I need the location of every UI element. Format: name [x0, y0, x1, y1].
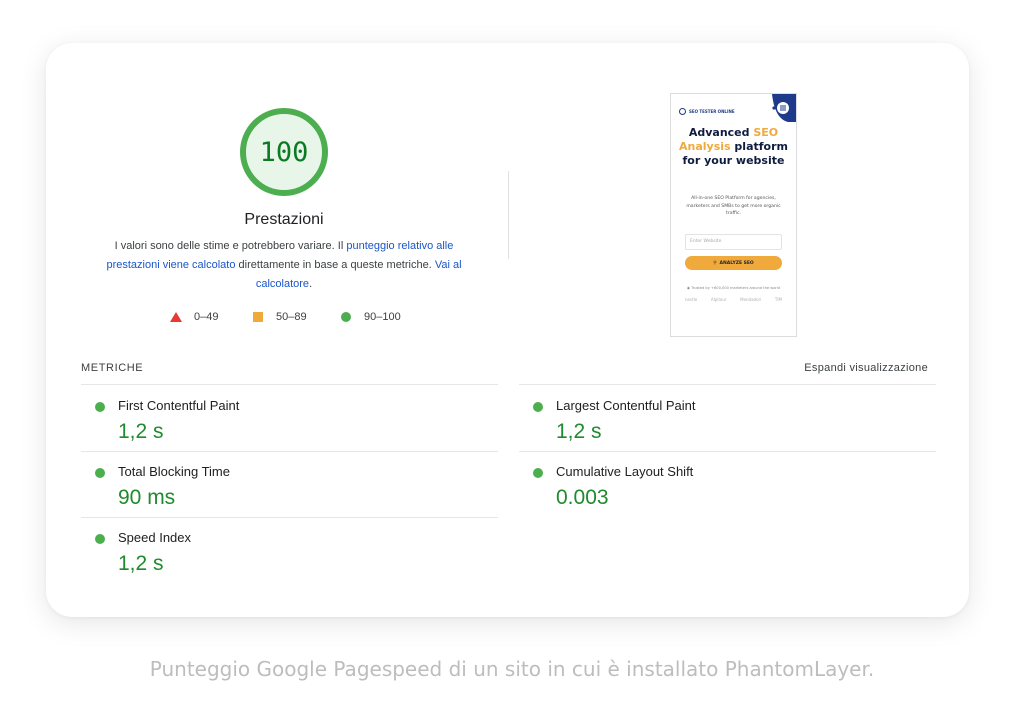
preview-headline: Advanced SEO Analysis platform for your … [677, 126, 790, 168]
image-caption: Punteggio Google Pagespeed di un sito in… [149, 657, 875, 681]
metrics-divider [519, 384, 936, 385]
preview-brand-logos: nestle Alpitour Mondadori TIM [685, 297, 782, 302]
metric-total-blocking-time[interactable]: Total Blocking Time 90 ms [81, 453, 461, 513]
preview-trust-label: Trusted by +600,000 marketers around the… [691, 286, 781, 290]
logo-icon [679, 108, 686, 115]
metric-cumulative-layout-shift[interactable]: Cumulative Layout Shift 0.003 [519, 453, 899, 513]
good-status-icon [533, 468, 543, 478]
metrics-heading: METRICHE [81, 362, 144, 374]
circle-icon [341, 312, 351, 322]
section-divider [508, 171, 509, 259]
preview-logo: SEO TESTER ONLINE [679, 108, 735, 115]
good-status-icon [533, 402, 543, 412]
legend-pass-range: 90–100 [364, 311, 401, 323]
metric-name: Speed Index [118, 530, 192, 545]
metric-name: Total Blocking Time [118, 464, 230, 479]
gauge-title: Prestazioni [244, 211, 324, 228]
hamburger-icon [780, 105, 786, 107]
metrics-divider [81, 517, 498, 518]
brand-logo: TIM [774, 297, 782, 302]
metrics-divider [81, 384, 498, 385]
metric-speed-index[interactable]: Speed Index 1,2 s [81, 519, 461, 579]
preview-headline-part1: Advanced [688, 126, 754, 139]
metric-value: 1,2 s [556, 420, 602, 443]
brand-logo: Alpitour [710, 297, 727, 302]
legend-fail-range: 0–49 [194, 311, 219, 323]
metric-largest-contentful-paint[interactable]: Largest Contentful Paint 1,2 s [519, 387, 899, 447]
brand-logo: Mondadori [740, 297, 762, 302]
page-screenshot-preview: SEO TESTER ONLINE Advanced SEO Analysis … [670, 93, 797, 337]
preview-cta-label: ANALYZE SEO [719, 260, 754, 266]
metrics-divider [519, 451, 936, 452]
metric-value: 90 ms [118, 486, 176, 509]
metric-name: First Contentful Paint [118, 398, 240, 413]
performance-gauge: 100 [239, 107, 329, 197]
expand-view-toggle[interactable]: Espandi visualizzazione [804, 362, 928, 374]
description-text-3: . [309, 278, 313, 290]
metrics-divider [81, 451, 498, 452]
description-text-2: direttamente in base a queste metriche. [235, 259, 435, 271]
legend-pass: 90–100 [341, 311, 401, 323]
metric-value: 1,2 s [118, 552, 164, 575]
good-status-icon [95, 534, 105, 544]
metric-name: Largest Contentful Paint [556, 398, 696, 413]
menu-corner [772, 94, 796, 122]
legend-average-range: 50–89 [276, 311, 307, 323]
metric-value: 0.003 [556, 486, 609, 509]
metric-value: 1,2 s [118, 420, 164, 443]
legend-fail: 0–49 [170, 311, 218, 323]
good-status-icon [95, 402, 105, 412]
preview-website-input: Enter Website [685, 234, 782, 250]
preview-logo-text: SEO TESTER ONLINE [689, 109, 735, 114]
search-icon: ⚲ [713, 260, 717, 266]
brand-logo: nestle [685, 297, 698, 302]
preview-trust-text: ◉ Trusted by +600,000 marketers around t… [683, 286, 784, 290]
metric-first-contentful-paint[interactable]: First Contentful Paint 1,2 s [81, 387, 461, 447]
score-value: 100 [259, 136, 309, 168]
triangle-icon [170, 312, 182, 322]
good-status-icon [95, 468, 105, 478]
legend-average: 50–89 [253, 311, 307, 323]
description-text-1: I valori sono delle stime e potrebbero v… [114, 240, 347, 252]
score-description: I valori sono delle stime e potrebbero v… [104, 237, 464, 294]
square-icon [253, 312, 263, 322]
report-card: 100 Prestazioni I valori sono delle stim… [46, 43, 969, 617]
preview-analyze-button: ⚲ ANALYZE SEO [685, 256, 782, 270]
metric-name: Cumulative Layout Shift [556, 464, 694, 479]
preview-subtitle: All-in-one SEO Platform for agencies, ma… [686, 196, 781, 216]
